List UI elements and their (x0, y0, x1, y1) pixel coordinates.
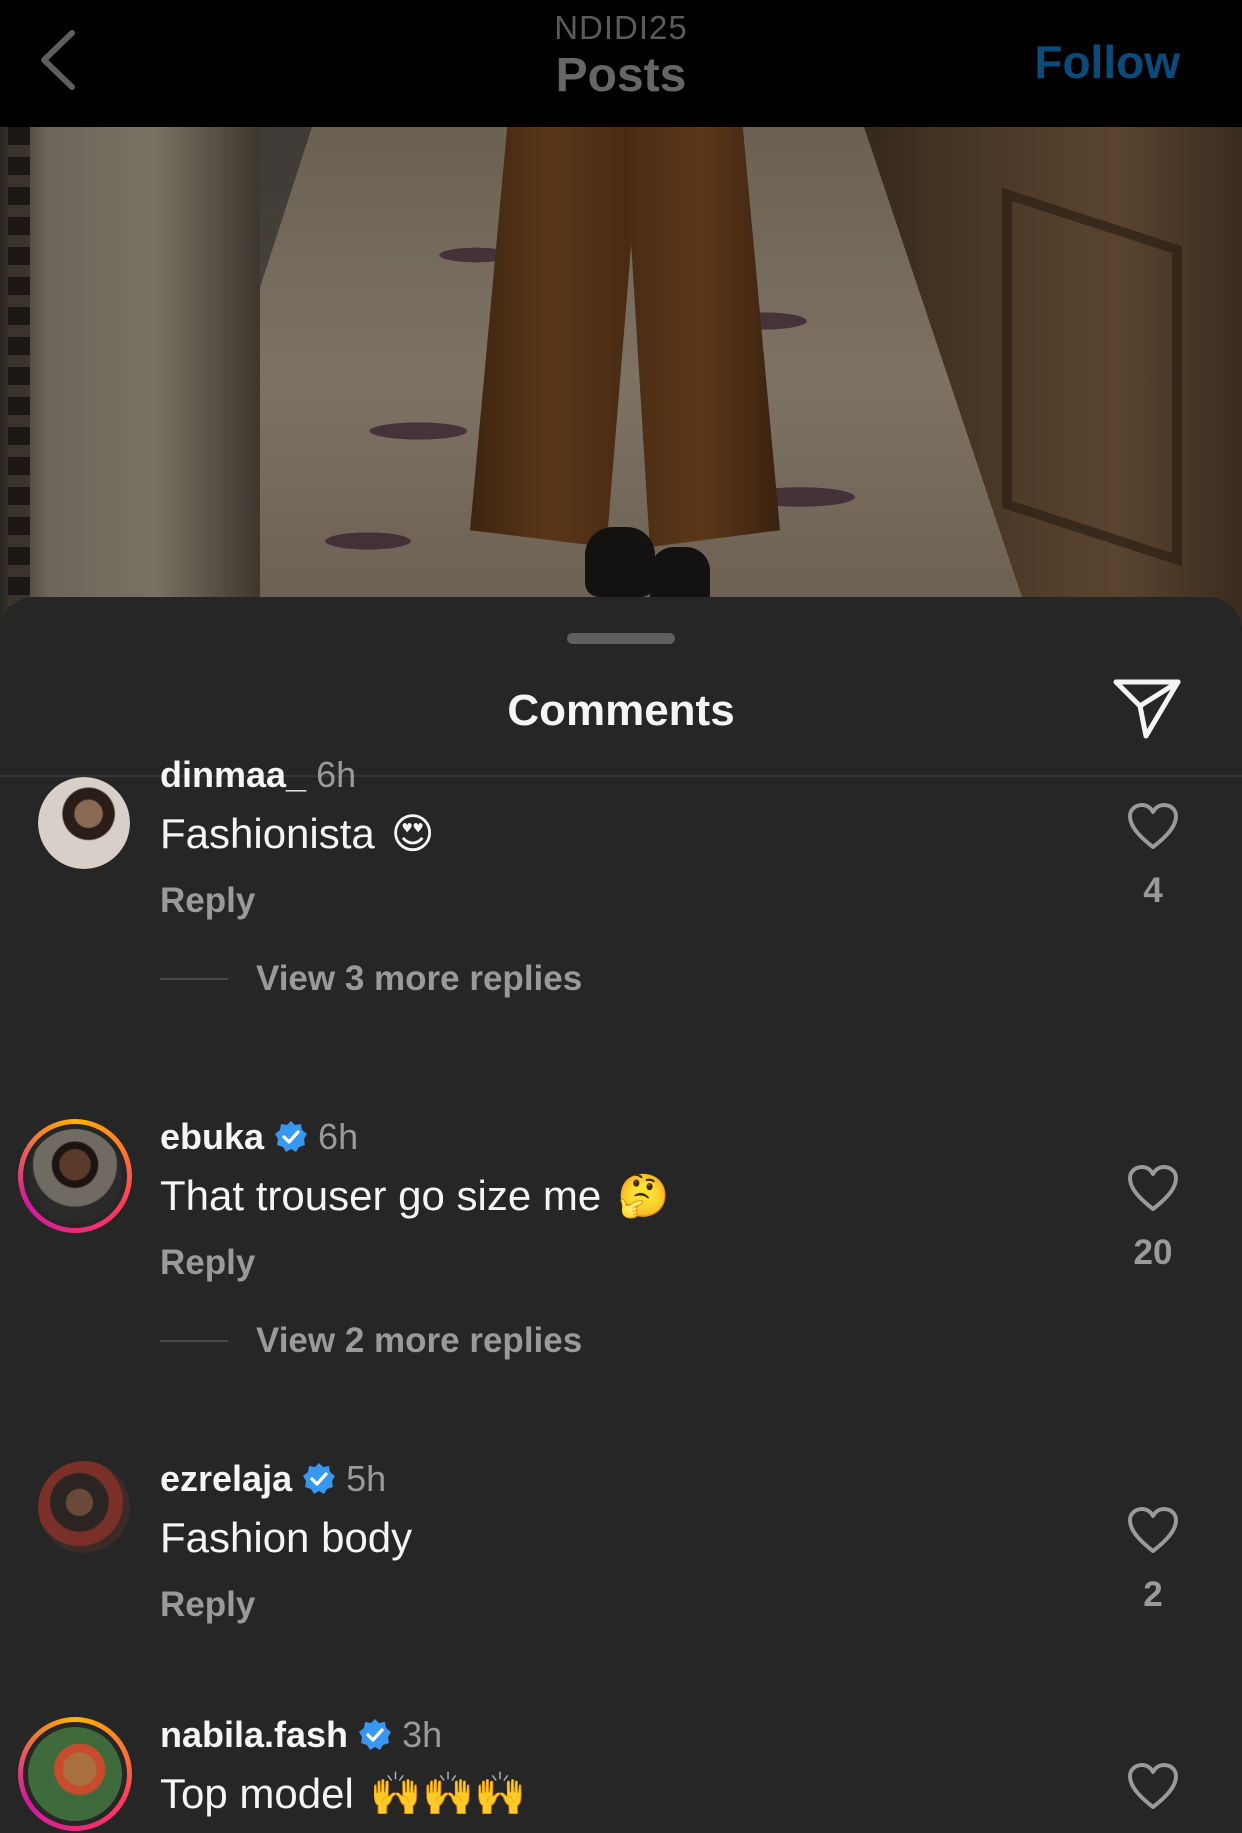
like-count: 2 (1143, 1575, 1163, 1614)
heart-icon (1128, 1507, 1178, 1553)
profile-username[interactable]: NDIDI25 (554, 8, 688, 48)
comment-body: Top model (160, 1770, 354, 1817)
image-railing (8, 127, 30, 627)
avatar-image (38, 1461, 130, 1553)
verified-badge-icon (358, 1718, 392, 1752)
share-button[interactable] (1110, 673, 1184, 743)
instagram-post-screen: NDIDI25 Posts Follow Comments dinmaa_ 6h… (0, 0, 1242, 1833)
comment-text: Fashionista 😍 (160, 807, 435, 861)
reply-button[interactable]: Reply (160, 1583, 255, 1627)
follow-button[interactable]: Follow (1034, 32, 1180, 92)
replies-line (160, 978, 228, 980)
sheet-drag-handle[interactable] (567, 633, 675, 644)
back-button[interactable] (28, 22, 88, 98)
replies-line (160, 1340, 228, 1342)
comment-header: ebuka 6h (160, 1115, 358, 1159)
comment-time: 5h (346, 1458, 387, 1499)
like-button[interactable] (1120, 1757, 1186, 1817)
like-count: 4 (1143, 871, 1163, 910)
comment-header: nabila.fash 3h (160, 1713, 442, 1757)
comment-username[interactable]: dinmaa_ (160, 753, 306, 797)
verified-badge-icon (302, 1462, 336, 1496)
view-replies-label: View 2 more replies (256, 1321, 583, 1360)
share-send-icon (1113, 679, 1181, 739)
image-wood-panel (1002, 187, 1182, 567)
image-shoe-left (585, 527, 655, 597)
post-image[interactable] (0, 127, 1242, 627)
back-chevron-icon (41, 30, 75, 90)
view-more-replies-button[interactable]: View 2 more replies (160, 1319, 582, 1363)
comment-time: 6h (316, 754, 357, 795)
like-button[interactable] (1120, 797, 1186, 857)
avatar-image (23, 1722, 127, 1826)
comment-text: Top model 🙌🙌🙌 (160, 1767, 527, 1821)
comment-time: 3h (402, 1714, 443, 1755)
reply-button[interactable]: Reply (160, 1241, 255, 1285)
image-left-wall (0, 127, 260, 627)
thinking-emoji: 🤔 (617, 1172, 670, 1219)
view-replies-label: View 3 more replies (256, 959, 583, 998)
comment-body: Fashion body (160, 1514, 413, 1561)
reply-button[interactable]: Reply (160, 879, 255, 923)
avatar[interactable] (38, 1461, 130, 1553)
comments-sheet: Comments dinmaa_ 6h Fashionista 😍 Reply (0, 597, 1242, 1833)
heart-eyes-emoji: 😍 (390, 810, 435, 857)
sheet-title: Comments (507, 686, 735, 735)
comment-username[interactable]: nabila.fash (160, 1713, 348, 1757)
comment-body: That trouser go size me (160, 1172, 602, 1219)
heart-icon (1128, 1763, 1178, 1809)
like-count: 20 (1133, 1233, 1173, 1272)
comment-header: dinmaa_ 6h (160, 753, 356, 797)
comment-username[interactable]: ebuka (160, 1115, 264, 1159)
comment-header: ezrelaja 5h (160, 1457, 386, 1501)
avatar-image (23, 1124, 127, 1228)
avatar[interactable] (38, 777, 130, 869)
like-button[interactable] (1120, 1501, 1186, 1561)
avatar-story-ring[interactable] (18, 1717, 132, 1831)
comment-time: 6h (318, 1116, 359, 1157)
like-button[interactable] (1120, 1159, 1186, 1219)
comment-body: Fashionista (160, 810, 375, 857)
view-more-replies-button[interactable]: View 3 more replies (160, 957, 582, 1001)
heart-icon (1128, 1165, 1178, 1211)
comment-text: Fashion body (160, 1511, 412, 1565)
top-navigation-bar: NDIDI25 Posts Follow (0, 0, 1242, 127)
heart-icon (1128, 803, 1178, 849)
raising-hands-emoji: 🙌🙌🙌 (369, 1770, 527, 1817)
avatar-image (38, 777, 130, 869)
comment-username[interactable]: ezrelaja (160, 1457, 292, 1501)
verified-badge-icon (274, 1120, 308, 1154)
comment-text: That trouser go size me 🤔 (160, 1169, 669, 1223)
avatar-story-ring[interactable] (18, 1119, 132, 1233)
